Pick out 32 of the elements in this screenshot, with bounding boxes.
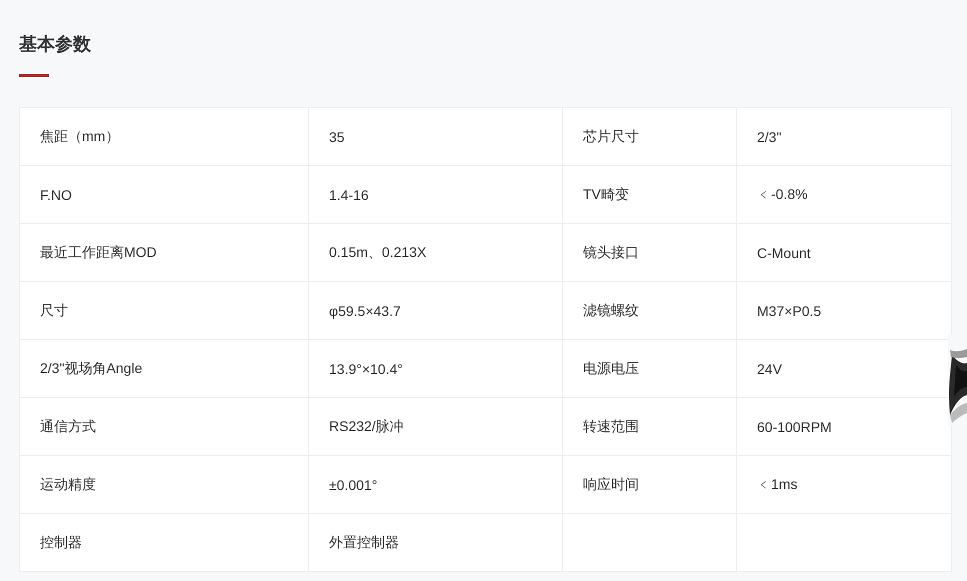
title-underline <box>19 74 49 77</box>
spec-label: 运动精度 <box>40 476 96 492</box>
spec-value: 60-100RPM <box>757 418 832 434</box>
spec-label: 滤镜螺纹 <box>583 302 639 318</box>
spec-value: 0.15m、0.213X <box>329 244 426 260</box>
spec-value: M37×P0.5 <box>757 302 822 318</box>
spec-label: 电源电压 <box>583 360 639 376</box>
spec-label: TV畸变 <box>583 186 629 202</box>
spec-label: 通信方式 <box>40 418 96 434</box>
spec-value: 24V <box>757 360 782 376</box>
section-title: 基本参数 <box>19 33 91 56</box>
spec-label: F.NO <box>40 186 72 202</box>
spec-value: ±0.001° <box>329 476 378 492</box>
spec-value: 35 <box>329 128 345 144</box>
spec-value: ﹤-0.8% <box>757 186 808 202</box>
spec-value: 外置控制器 <box>329 534 399 550</box>
spec-value: RS232/脉冲 <box>329 418 404 434</box>
spec-label: 2/3"视场角Angle <box>40 360 142 376</box>
spec-label: 尺寸 <box>40 302 68 318</box>
spec-label: 转速范围 <box>583 418 639 434</box>
spec-label: 镜头接口 <box>583 244 639 260</box>
spec-label: 焦距（mm） <box>40 128 120 144</box>
spec-value: C-Mount <box>757 244 811 260</box>
spec-value: 13.9°×10.4° <box>329 360 403 376</box>
spec-value: φ59.5×43.7 <box>329 302 401 318</box>
spec-value: ﹤1ms <box>757 476 798 492</box>
spec-value: 1.4-16 <box>329 186 369 202</box>
spec-label: 最近工作距离MOD <box>40 244 157 260</box>
spec-label: 响应时间 <box>583 476 639 492</box>
spec-value: 2/3" <box>757 128 782 144</box>
spec-label: 控制器 <box>40 534 82 550</box>
spec-label: 芯片尺寸 <box>583 128 639 144</box>
